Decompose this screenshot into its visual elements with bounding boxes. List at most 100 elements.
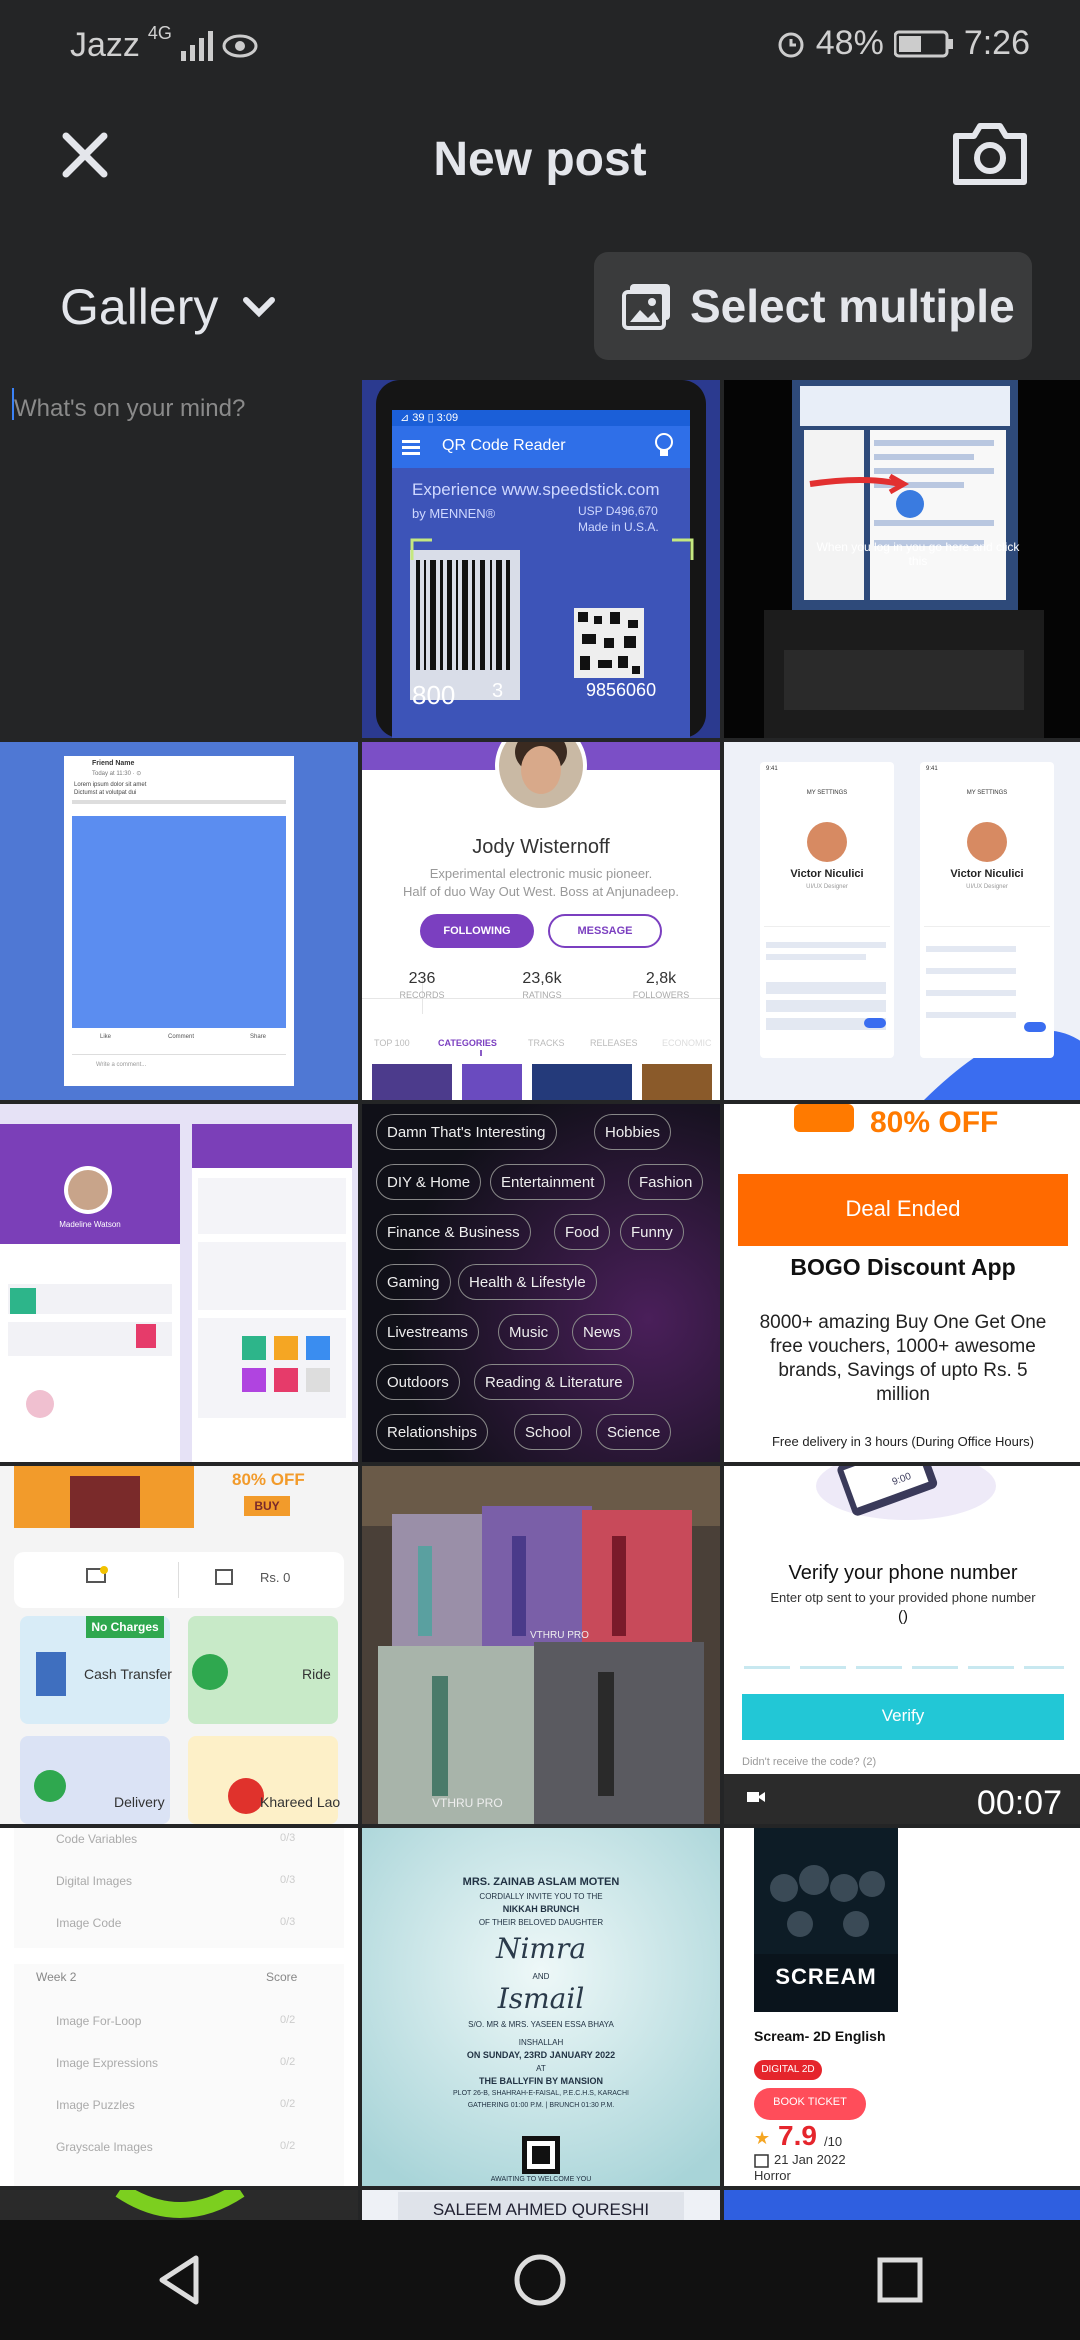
movie-genre: Horror — [754, 2168, 791, 2183]
invite-line: CORDIALLY INVITE YOU TO THE — [479, 1892, 603, 1901]
verify-subtitle: Enter otp sent to your provided phone nu… — [770, 1590, 1036, 1605]
gallery-thumb-settings[interactable]: 9:41 9:41 MY SETTINGS MY SETTINGS Victor… — [724, 742, 1080, 1100]
alarm-icon — [778, 32, 804, 57]
post-comment-input: Write a comment... — [96, 1062, 147, 1068]
course-item: Code Variables — [56, 1832, 138, 1846]
gallery-grid: ⊿ 39 ▯ 3:09 QR Code Reader Experience ww… — [0, 380, 1080, 2222]
recents-button[interactable] — [840, 2230, 960, 2330]
settings-role: UI/UX Designer — [806, 884, 848, 890]
chevron-down-icon — [243, 297, 276, 318]
topic-chip: Entertainment — [490, 1164, 606, 1200]
course-item: Grayscale Images — [56, 2140, 153, 2154]
invite-and: AND — [532, 1972, 550, 1981]
camera-button[interactable] — [950, 118, 1030, 188]
invite-line: S/O. MR & MRS. YASEEN ESSA BHAYA — [468, 2020, 614, 2029]
invite-line: OF THEIR BELOVED DAUGHTER — [478, 1918, 604, 1927]
topic-chip: Damn That's Interesting — [376, 1114, 557, 1150]
gallery-thumb-qr-reader[interactable]: ⊿ 39 ▯ 3:09 QR Code Reader Experience ww… — [362, 380, 720, 738]
home-button[interactable] — [480, 2230, 600, 2330]
gallery-thumb-topics[interactable]: Damn That's Interesting Hobbies DIY & Home… — [362, 1104, 720, 1462]
back-button[interactable] — [120, 2230, 240, 2330]
bykea-art — [0, 1466, 358, 1824]
topic-chip: News — [572, 1314, 632, 1350]
gallery-thumb-movie[interactable]: SCREAM Scream- 2D English DIGITAL 2D BOO… — [724, 1828, 1080, 2186]
bogo-deal-ended: Deal Ended — [845, 1196, 961, 1221]
gallery-thumb-bogo[interactable]: 80% OFF Deal Ended BOGO Discount App 800… — [724, 1104, 1080, 1462]
post-like: Like — [100, 1034, 112, 1040]
qr-text-1: Experience www.speedstick.com — [412, 480, 660, 499]
topic-chip: Finance & Business — [376, 1214, 531, 1250]
video-duration: 00:07 — [976, 1784, 1062, 1822]
invite-line: AT — [536, 2064, 546, 2073]
invite-timing: GATHERING 01:00 P.M. | BRUNCH 01:30 P.M. — [467, 2102, 615, 2109]
gallery-thumb-course[interactable]: Code Variables 0/3 Digital Images 0/3 Image … — [0, 1828, 358, 2186]
invite-venue: THE BALLYFIN BY MANSION — [478, 2076, 603, 2086]
movie-book-button: BOOK TICKET — [773, 2096, 847, 2108]
select-multiple-button[interactable]: Select multiple — [594, 252, 1032, 360]
gallery-thumb-madeline[interactable]: Madeline Watson — [0, 1104, 358, 1462]
invite-date: ON SUNDAY, 23RD JANUARY 2022 — [466, 2050, 616, 2060]
profile-stat-value: 2,8k — [645, 970, 677, 987]
gallery-thumb-facebook-post[interactable]: Friend Name Today at 11:30 · ⊙ Lorem ips… — [0, 742, 358, 1100]
gallery-thumb-verify-video[interactable]: 9:00 Verify your phone number Enter otp … — [724, 1466, 1080, 1824]
battery-icon — [893, 30, 953, 57]
topic-chip: School — [514, 1414, 582, 1450]
post-share: Share — [250, 1034, 267, 1040]
profile-tab-active: CATEGORIES — [438, 1038, 497, 1048]
post-line-3: Dictumst at volutpat dui — [74, 790, 137, 796]
gallery-thumb-laptop[interactable]: When you log in you go here and click th… — [724, 380, 1080, 738]
course-item: Image For-Loop — [56, 2014, 142, 2028]
settings-role: UI/UX Designer — [966, 884, 1008, 890]
qr-text-2: by MENNEN® — [412, 506, 496, 521]
movie-rating-max: /10 — [824, 2134, 843, 2149]
gallery-thumb-profile[interactable]: Jody Wisternoff Experimental electronic … — [362, 742, 720, 1100]
header: New post — [0, 90, 1080, 240]
settings-title: MY SETTINGS — [806, 790, 848, 796]
gallery-thumb-invitation[interactable]: MRS. ZAINAB ASLAM MOTEN CORDIALLY INVITE… — [362, 1828, 720, 2186]
course-item: Image Puzzles — [56, 2098, 135, 2112]
verify-button: Verify — [881, 1706, 925, 1725]
profile-bio-2: Half of duo Way Out West. Boss at Anjuna… — [402, 884, 680, 899]
movie-poster-title: SCREAM — [775, 1964, 877, 1989]
gallery-dropdown[interactable]: Gallery — [60, 278, 276, 336]
profile-tab: TRACKS — [528, 1038, 565, 1048]
status-bar: Jazz 4G 48% 7:26 — [0, 0, 1080, 90]
post-mockup — [0, 742, 358, 1100]
topic-chip: Funny — [620, 1214, 684, 1250]
gallery-thumb-partial[interactable] — [0, 2190, 358, 2222]
invite-line: INSHALLAH — [518, 2038, 564, 2047]
profile-tab: ECONOMIC — [662, 1038, 712, 1048]
vape-brand: VTHRU PRO — [530, 1630, 589, 1641]
photos-icon — [622, 284, 670, 330]
star-icon: ★ — [754, 2128, 771, 2148]
invite-address: PLOT 26-B, SHAHRAH-E-FAISAL, P.E.C.H.S, … — [453, 2090, 629, 2097]
qr-num-2: 3 — [492, 680, 504, 702]
course-score: 0/2 — [280, 2014, 296, 2026]
gallery-thumb-bykea[interactable]: 80% OFF BUY Rs. 0 No Charges Cash Transf… — [0, 1466, 358, 1824]
profile-stat-value: 236 — [408, 970, 436, 987]
profile-tab: TOP 100 — [374, 1038, 410, 1048]
gallery-thumb-partial[interactable] — [724, 2190, 1080, 2222]
profile-following-button: FOLLOWING — [420, 914, 534, 948]
topic-chip: Outdoors — [376, 1364, 460, 1400]
course-score: 0/2 — [280, 2140, 296, 2152]
topic-chip: Hobbies — [594, 1114, 672, 1150]
gallery-label: Gallery — [60, 279, 219, 335]
bykea-ride: Ride — [302, 1666, 331, 1682]
verify-title: Verify your phone number — [788, 1562, 1018, 1584]
profile-stat-label: RECORDS — [399, 990, 445, 1000]
gallery-thumb-vape-boxes[interactable]: VTHRU PRO VTHRU PRO — [362, 1466, 720, 1824]
post-text-input[interactable] — [14, 384, 354, 434]
course-score-header: Score — [266, 1970, 298, 1984]
select-multiple-label: Select multiple — [690, 280, 1015, 332]
vape-photo — [362, 1466, 720, 1824]
course-item: Image Expressions — [56, 2056, 159, 2070]
topic-chip: Music — [498, 1314, 560, 1350]
camera-icon — [953, 123, 1027, 185]
gallery-thumb-partial[interactable]: SALEEM AHMED QURESHI — [362, 2190, 720, 2222]
vape-brand: VTHRU PRO — [432, 1796, 503, 1810]
course-score: 0/3 — [280, 1874, 296, 1886]
qr-text-4: Made in U.S.A. — [578, 520, 659, 534]
post-comment: Comment — [168, 1034, 195, 1040]
bogo-art — [724, 1104, 1080, 1462]
